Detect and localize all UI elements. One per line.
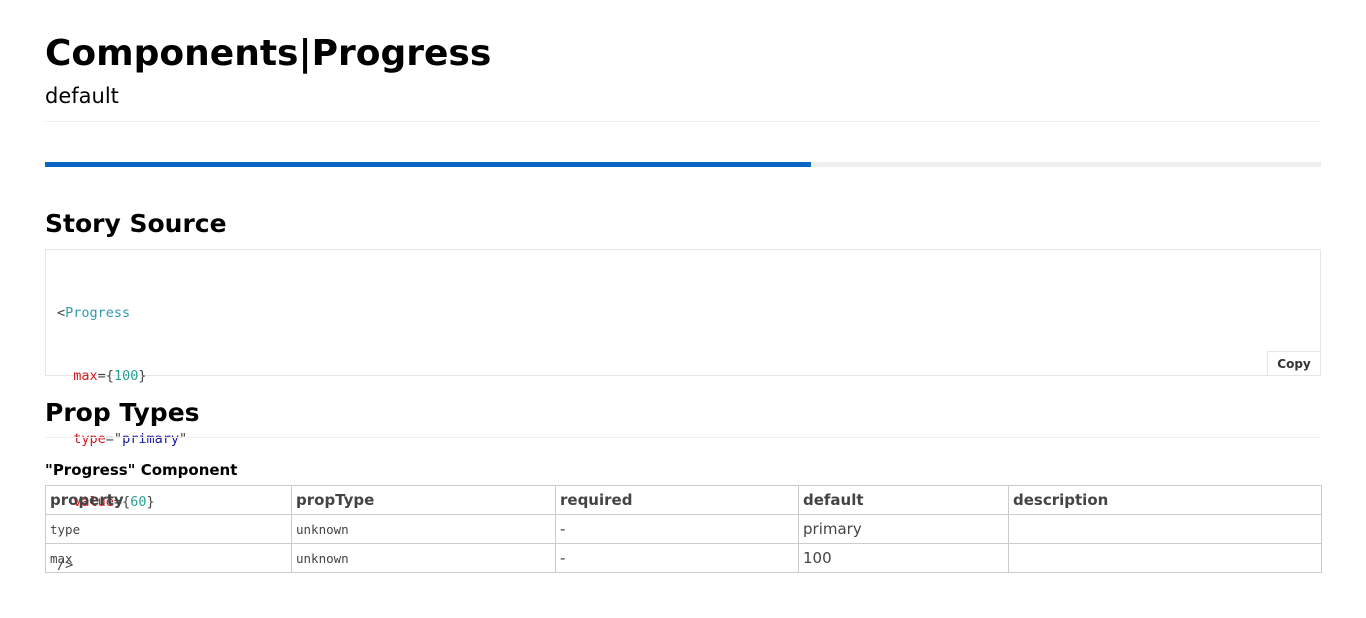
code-line-open: <Progress	[57, 303, 187, 324]
code-line-attr-max: max={100}	[57, 366, 187, 387]
code-attr-value: primary	[122, 431, 179, 447]
column-header-proptype: propType	[291, 485, 556, 515]
code-attr-open: "	[113, 431, 123, 447]
table-row: type unknown - primary	[45, 514, 1322, 544]
column-header-required: required	[555, 485, 799, 515]
code-attr-name: max	[73, 368, 98, 384]
page-title: Components|Progress	[45, 33, 492, 74]
code-attr-value: 100	[113, 368, 139, 384]
cell-description	[1008, 514, 1322, 544]
progress-bar-fill	[45, 162, 811, 167]
column-header-property: property	[45, 485, 292, 515]
code-attr-close: }	[138, 368, 147, 384]
table-header-row: property propType required default descr…	[45, 485, 1322, 515]
story-name: default	[45, 84, 119, 108]
code-attr-equals: =	[97, 368, 106, 384]
component-label: "Progress" Component	[45, 461, 238, 479]
cell-property: type	[45, 514, 292, 544]
code-line-attr-type: type="primary"	[57, 429, 187, 450]
code-attr-name: type	[73, 431, 106, 447]
cell-required: -	[555, 514, 799, 544]
prop-types-table: property propType required default descr…	[45, 485, 1322, 573]
table-row: max unknown - 100	[45, 543, 1322, 573]
progress-bar	[45, 162, 1321, 167]
prop-types-divider	[45, 437, 1321, 438]
header-divider	[45, 121, 1321, 122]
cell-default: 100	[798, 543, 1009, 573]
code-attr-close: "	[178, 431, 188, 447]
cell-default: primary	[798, 514, 1009, 544]
column-header-description: description	[1008, 485, 1322, 515]
code-component-name: Progress	[65, 305, 131, 321]
story-source-code-block: <Progress max={100} type="primary" value…	[45, 249, 1321, 573]
cell-property: max	[45, 543, 292, 573]
column-header-default: default	[798, 485, 1009, 515]
cell-required: -	[555, 543, 799, 573]
code-attr-equals: =	[105, 431, 114, 447]
code-attr-open: {	[105, 368, 114, 384]
story-source-heading: Story Source	[45, 209, 227, 238]
cell-description	[1008, 543, 1322, 573]
cell-proptype: unknown	[291, 543, 556, 573]
copy-button[interactable]: Copy	[1267, 351, 1321, 376]
storybook-page: Components|Progress default Story Source…	[0, 0, 1366, 596]
code-open-bracket: <	[57, 305, 66, 321]
cell-proptype: unknown	[291, 514, 556, 544]
prop-types-heading: Prop Types	[45, 398, 200, 427]
